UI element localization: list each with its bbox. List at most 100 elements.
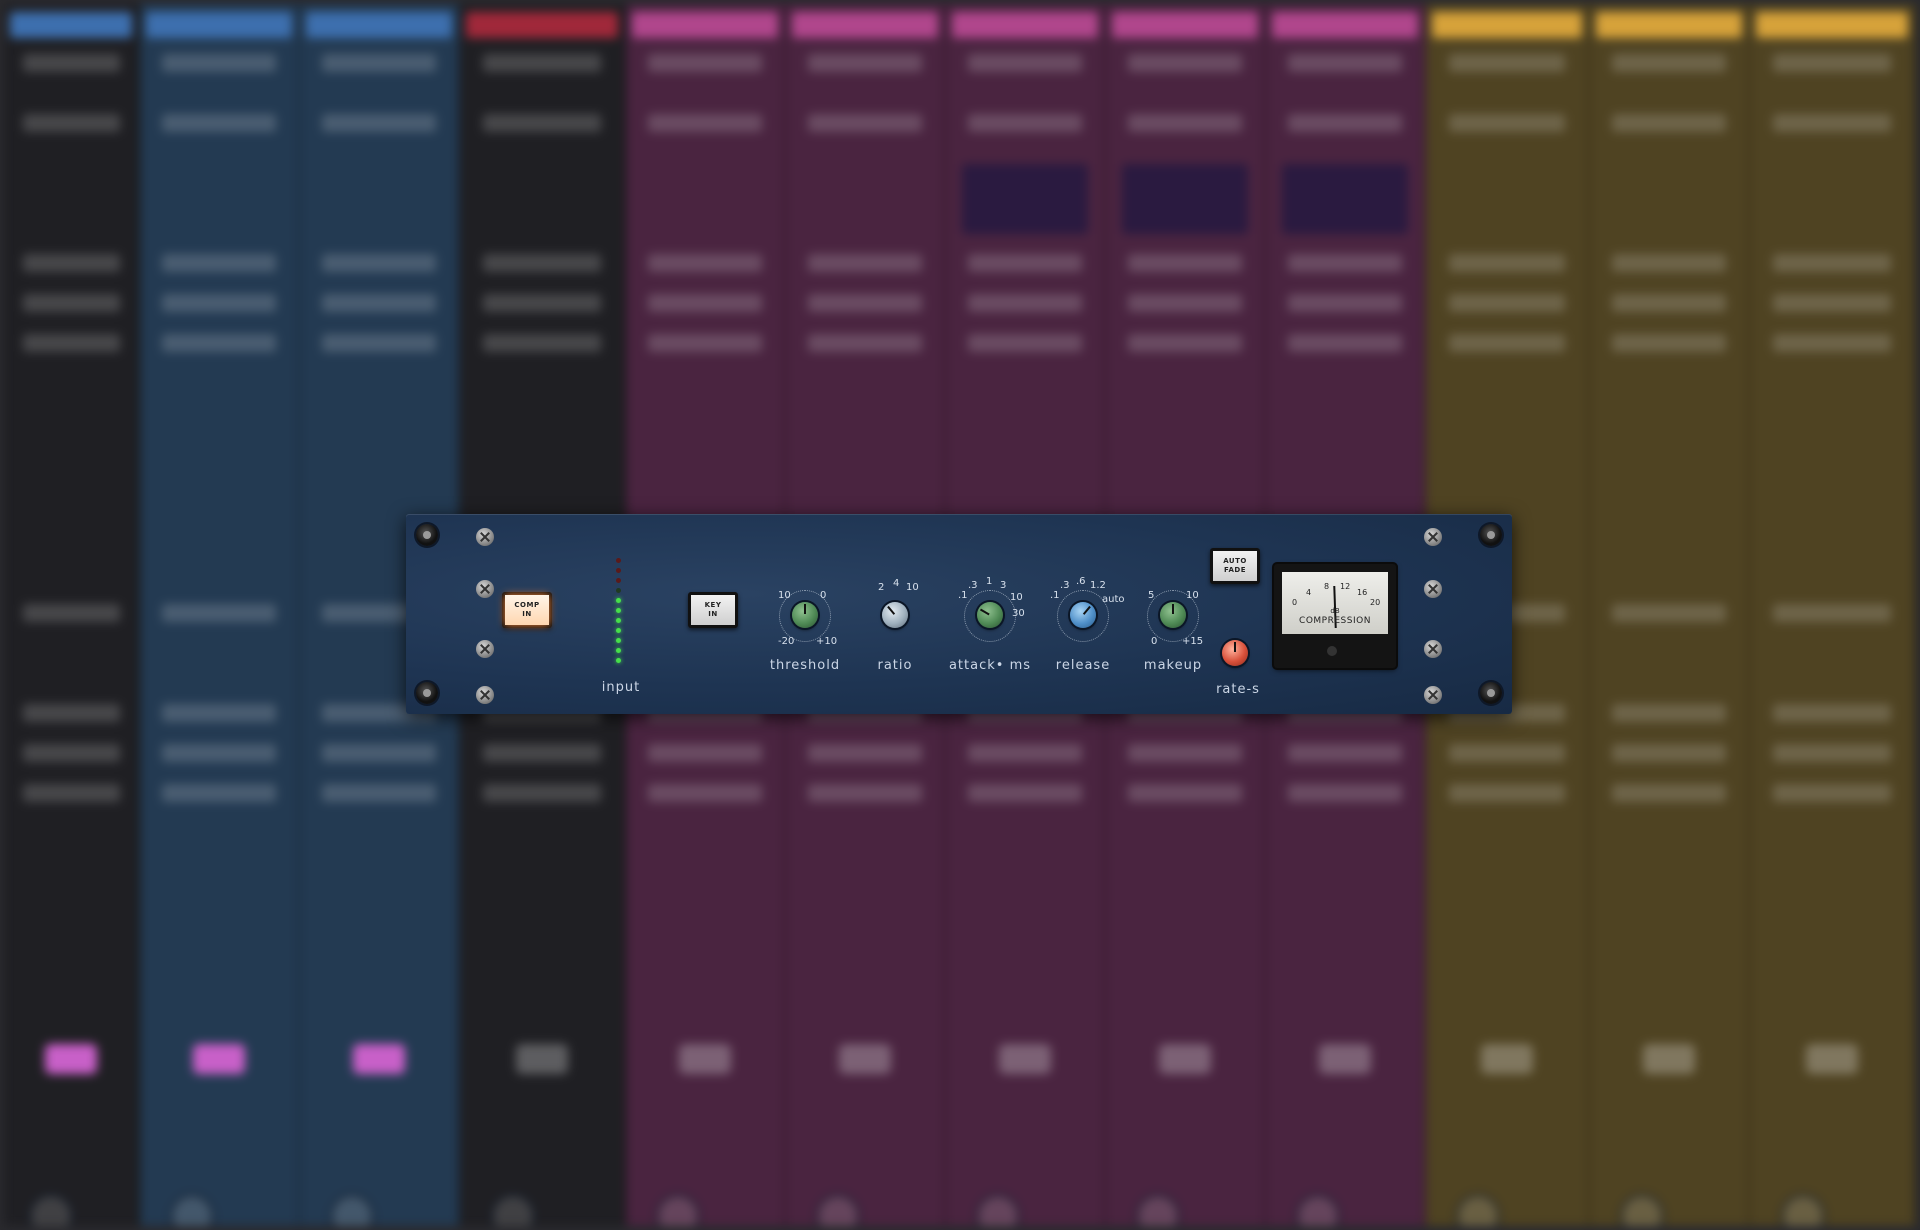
channel-slot <box>1448 114 1566 132</box>
threshold-scale-plus10: +10 <box>816 636 838 647</box>
channel-insert-display <box>961 164 1089 234</box>
channel-slot <box>808 254 923 272</box>
rack-screw-bottom-right <box>1480 682 1502 704</box>
channel-knob <box>1137 1196 1178 1226</box>
auto-fade-button[interactable]: AUTO FADE <box>1210 548 1260 584</box>
panel-screw-icon <box>1424 528 1442 546</box>
attack-knob[interactable] <box>977 602 1003 628</box>
input-led <box>616 608 621 613</box>
makeup-knob[interactable] <box>1160 602 1186 628</box>
auto-fade-face: AUTO FADE <box>1213 551 1257 581</box>
comp-in-face: COMP IN <box>505 595 549 625</box>
channel-slot <box>648 254 763 272</box>
channel-slot <box>1128 784 1243 802</box>
attack-scale-5: 30 <box>1012 608 1025 619</box>
channel-knob <box>657 1196 698 1226</box>
channel-insert-display <box>1281 164 1409 234</box>
meter-face: 0 4 8 12 16 20 dB COMPRESSION <box>1282 572 1388 634</box>
meter-tick-12: 12 <box>1340 582 1351 591</box>
channel-slot <box>1772 744 1892 762</box>
mixer-channel-strip <box>4 4 141 1226</box>
panel-screw-icon <box>1424 640 1442 658</box>
channel-color-cap <box>306 12 453 38</box>
release-knob[interactable] <box>1070 602 1096 628</box>
channel-slot <box>483 114 602 132</box>
channel-slot <box>1772 54 1892 72</box>
rate-knob[interactable] <box>1222 640 1248 666</box>
channel-slot <box>162 704 277 722</box>
threshold-scale-minus20: -20 <box>778 636 795 647</box>
channel-slot <box>322 744 437 762</box>
comp-in-line1: COMP <box>514 601 540 609</box>
panel-screw-icon <box>1424 686 1442 704</box>
channel-slot <box>22 54 120 72</box>
ratio-knob[interactable] <box>882 602 908 628</box>
channel-knob <box>977 1196 1018 1226</box>
rack-screw-bottom-left <box>416 682 438 704</box>
input-led <box>616 558 621 563</box>
key-in-button[interactable]: KEY IN <box>688 592 738 628</box>
panel-screw-icon <box>476 580 494 598</box>
channel-slot <box>162 334 277 352</box>
attack-scale-3: 3 <box>1000 580 1007 591</box>
channel-slot <box>1612 604 1726 622</box>
channel-slot <box>1288 334 1402 352</box>
channel-knob <box>30 1196 71 1226</box>
input-led <box>616 588 621 593</box>
channel-slot <box>808 784 923 802</box>
threshold-scale-10: 10 <box>778 590 791 601</box>
channel-slot <box>22 114 120 132</box>
channel-slot <box>1128 254 1243 272</box>
channel-slot <box>1288 114 1402 132</box>
channel-button <box>353 1044 406 1074</box>
channel-slot <box>1772 334 1892 352</box>
meter-zero-adjust-screw[interactable] <box>1327 646 1337 656</box>
panel-screw-icon <box>1424 580 1442 598</box>
channel-slot <box>808 334 923 352</box>
meter-unit: dB <box>1330 607 1340 615</box>
channel-slot <box>1288 54 1402 72</box>
threshold-knob[interactable] <box>792 602 818 628</box>
channel-slot <box>483 334 602 352</box>
input-led <box>616 598 621 603</box>
input-led <box>616 568 621 573</box>
channel-slot <box>968 784 1083 802</box>
channel-slot <box>648 334 763 352</box>
channel-button <box>1643 1044 1696 1074</box>
channel-color-cap <box>792 12 939 38</box>
channel-slot <box>162 784 277 802</box>
auto-fade-line2: FADE <box>1224 566 1246 574</box>
channel-knob <box>1621 1196 1662 1226</box>
channel-slot <box>648 294 763 312</box>
channel-slot <box>1128 294 1243 312</box>
channel-slot <box>1288 254 1402 272</box>
auto-fade-line1: AUTO <box>1223 557 1247 565</box>
channel-slot <box>483 784 602 802</box>
channel-slot <box>162 604 277 622</box>
rate-knob-pointer <box>1234 642 1236 652</box>
release-scale-4: auto <box>1102 594 1125 605</box>
channel-slot <box>1288 744 1402 762</box>
makeup-scale-5: 5 <box>1148 590 1155 601</box>
channel-knob <box>171 1196 212 1226</box>
threshold-scale-0: 0 <box>820 590 827 601</box>
release-scale-2: .6 <box>1076 576 1086 587</box>
channel-slot <box>322 54 437 72</box>
comp-in-line2: IN <box>522 610 532 618</box>
rate-label: rate-s <box>1216 682 1260 697</box>
channel-color-cap <box>146 12 293 38</box>
comp-in-button[interactable]: COMP IN <box>502 592 552 628</box>
channel-slot <box>1448 254 1566 272</box>
channel-slot <box>808 744 923 762</box>
channel-slot <box>322 254 437 272</box>
channel-color-cap <box>1756 12 1908 38</box>
channel-slot <box>1448 294 1566 312</box>
input-level-meter <box>614 558 624 674</box>
channel-slot <box>322 334 437 352</box>
channel-color-cap <box>952 12 1099 38</box>
channel-slot <box>968 54 1083 72</box>
channel-button <box>1481 1044 1534 1074</box>
attack-knob-pointer <box>979 608 990 616</box>
channel-slot <box>322 114 437 132</box>
channel-slot <box>1612 744 1726 762</box>
